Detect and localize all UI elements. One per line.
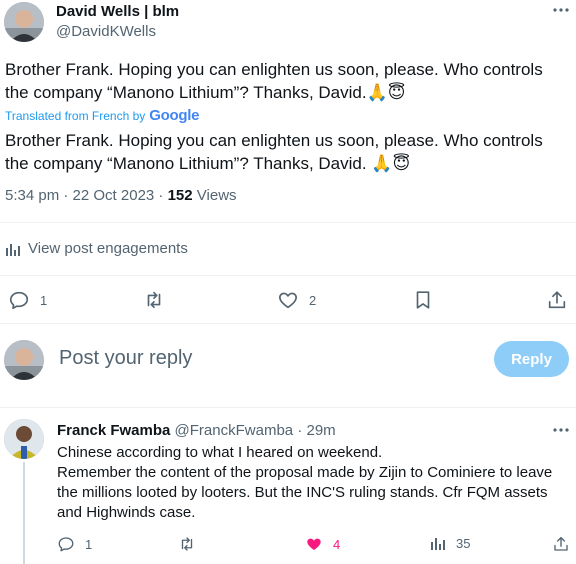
like-button[interactable]: 2 — [277, 289, 316, 311]
reply-share-button[interactable] — [552, 535, 570, 553]
analytics-icon — [430, 535, 446, 551]
retweet-icon — [178, 535, 196, 553]
more-icon[interactable] — [552, 6, 570, 14]
reply-reply-count: 1 — [85, 536, 93, 552]
author-handle[interactable]: @DavidKWells — [56, 23, 156, 40]
retweet-icon — [143, 289, 165, 311]
share-icon — [552, 535, 570, 553]
heart-icon — [277, 289, 299, 311]
reply-icon — [8, 289, 30, 311]
reply-time[interactable]: · 29m — [297, 422, 335, 439]
composer-avatar[interactable] — [4, 340, 44, 380]
view-engagements-link[interactable]: View post engagements — [5, 240, 188, 257]
post-time[interactable]: 5:34 pm · 22 Oct 2023 · — [5, 187, 168, 204]
reply-count: 1 — [40, 292, 48, 308]
author-name[interactable]: David Wells | blm — [56, 3, 179, 20]
google-logo: Google — [149, 107, 200, 124]
bookmark-button[interactable] — [412, 289, 434, 311]
post-meta: 5:34 pm · 22 Oct 2023 · 152 Views — [5, 187, 237, 204]
views-count: 152 — [167, 187, 193, 204]
reply-icon — [57, 535, 75, 553]
reply-retweet-button[interactable] — [178, 535, 196, 553]
analytics-icon — [5, 241, 21, 257]
reply-text: Chinese according to what I heared on we… — [57, 443, 569, 523]
post-text-translated: Brother Frank. Hoping you can enlighten … — [5, 131, 543, 173]
reply-thread-line — [23, 462, 25, 564]
reply-text-line: Remember the content of the proposal mad… — [57, 464, 553, 521]
retweet-button[interactable] — [143, 289, 165, 311]
reply-input[interactable]: Post your reply — [59, 347, 192, 370]
views-label: Views — [192, 187, 237, 204]
bookmark-icon — [412, 289, 434, 311]
reply-text-line: Chinese according to what I heared on we… — [57, 444, 383, 461]
reply-more-icon[interactable] — [552, 426, 570, 434]
divider — [0, 407, 576, 408]
reply-author-handle[interactable]: @FranckFwamba — [175, 422, 294, 439]
heart-icon — [305, 535, 323, 553]
share-button[interactable] — [546, 289, 568, 311]
like-count: 2 — [309, 292, 317, 308]
reply-reply-button[interactable]: 1 — [57, 535, 92, 553]
translation-label: Translated from French by — [5, 108, 146, 123]
divider — [0, 222, 576, 223]
reply-submit-button[interactable]: Reply — [494, 341, 569, 377]
reply-header: Franck Fwamba @FranckFwamba · 29m — [57, 422, 336, 439]
reply-views-button[interactable]: 35 — [430, 535, 470, 551]
author-avatar[interactable] — [4, 2, 44, 42]
reply-like-count: 4 — [333, 536, 341, 552]
post-text-original: Brother Frank. Hoping you can enlighten … — [5, 60, 543, 102]
divider — [0, 275, 576, 276]
reply-views-count: 35 — [456, 535, 471, 551]
translation-notice[interactable]: Translated from French by Google — [5, 107, 199, 124]
reply-button[interactable]: 1 — [8, 289, 47, 311]
reply-like-button[interactable]: 4 — [305, 535, 340, 553]
share-icon — [546, 289, 568, 311]
view-engagements-label: View post engagements — [28, 240, 188, 257]
divider — [0, 323, 576, 324]
reply-author-avatar[interactable] — [4, 419, 44, 459]
reply-author-name[interactable]: Franck Fwamba — [57, 422, 170, 439]
